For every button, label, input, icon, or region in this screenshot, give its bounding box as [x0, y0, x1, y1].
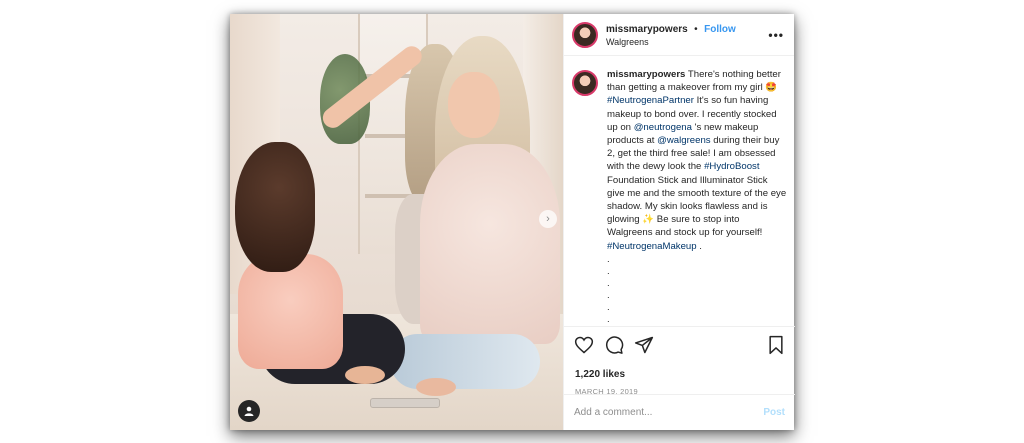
post-panel: missmarypowers • Follow Walgreens ••• mi…	[563, 14, 795, 430]
share-icon[interactable]	[634, 335, 654, 355]
photo-person	[235, 142, 315, 272]
photo-products	[370, 398, 440, 408]
user-tag-glyph	[244, 406, 254, 416]
post-header: missmarypowers • Follow Walgreens •••	[564, 14, 794, 56]
photo-person	[448, 72, 500, 138]
caption-dots: . . . . . .	[607, 254, 787, 324]
like-count[interactable]: 1,220 likes	[575, 369, 625, 380]
instagram-post: › missmarypowers • Follow Walgreens •••	[230, 14, 795, 430]
caption-dot: .	[607, 313, 610, 324]
comment-input[interactable]	[574, 407, 764, 418]
heart-icon[interactable]	[574, 335, 594, 355]
photo-person	[416, 378, 456, 396]
photo-person	[238, 254, 343, 369]
hashtag-link[interactable]: #NeutrogenaMakeup	[607, 241, 697, 252]
action-icons	[574, 335, 654, 355]
post-button[interactable]: Post	[763, 407, 785, 418]
bookmark-icon[interactable]	[767, 335, 785, 355]
username-link[interactable]: missmarypowers	[606, 24, 688, 35]
photo-person	[420, 144, 560, 344]
caption-text: missmarypowers There's nothing better th…	[607, 68, 787, 324]
avatar[interactable]	[572, 21, 598, 48]
more-options-icon[interactable]: •••	[768, 28, 784, 42]
caption-dot: .	[607, 253, 610, 265]
caption-username-link[interactable]: missmarypowers	[607, 69, 685, 80]
post-photo[interactable]: ›	[230, 14, 563, 430]
header-text: missmarypowers • Follow Walgreens	[606, 21, 736, 49]
comment-bar: Post	[564, 394, 795, 430]
comment-icon[interactable]	[604, 335, 624, 355]
separator-dot: •	[694, 23, 698, 35]
avatar[interactable]	[572, 70, 598, 96]
chevron-right-icon[interactable]: ›	[539, 210, 557, 228]
caption-dot: .	[607, 277, 610, 289]
caption-segment: Foundation Stick and Illuminator Stick g…	[607, 174, 787, 239]
post-actions: 1,220 likes MARCH 19, 2019	[564, 326, 795, 404]
follow-button[interactable]: Follow	[704, 24, 736, 35]
caption-dot: .	[607, 265, 610, 277]
mention-link[interactable]: @walgreens	[657, 135, 710, 146]
caption-area: missmarypowers There's nothing better th…	[572, 68, 792, 324]
caption-segment: .	[696, 240, 702, 252]
user-tag-icon[interactable]	[238, 400, 260, 422]
caption-dot: .	[607, 301, 610, 313]
location-link[interactable]: Walgreens	[606, 36, 736, 49]
mention-link[interactable]: @neutrogena	[634, 122, 692, 133]
caption-dot: .	[607, 289, 610, 301]
hashtag-link[interactable]: #NeutrogenaPartner	[607, 95, 694, 106]
hashtag-link[interactable]: #HydroBoost	[704, 161, 759, 172]
photo-person	[345, 366, 385, 384]
photo-person	[390, 334, 540, 389]
